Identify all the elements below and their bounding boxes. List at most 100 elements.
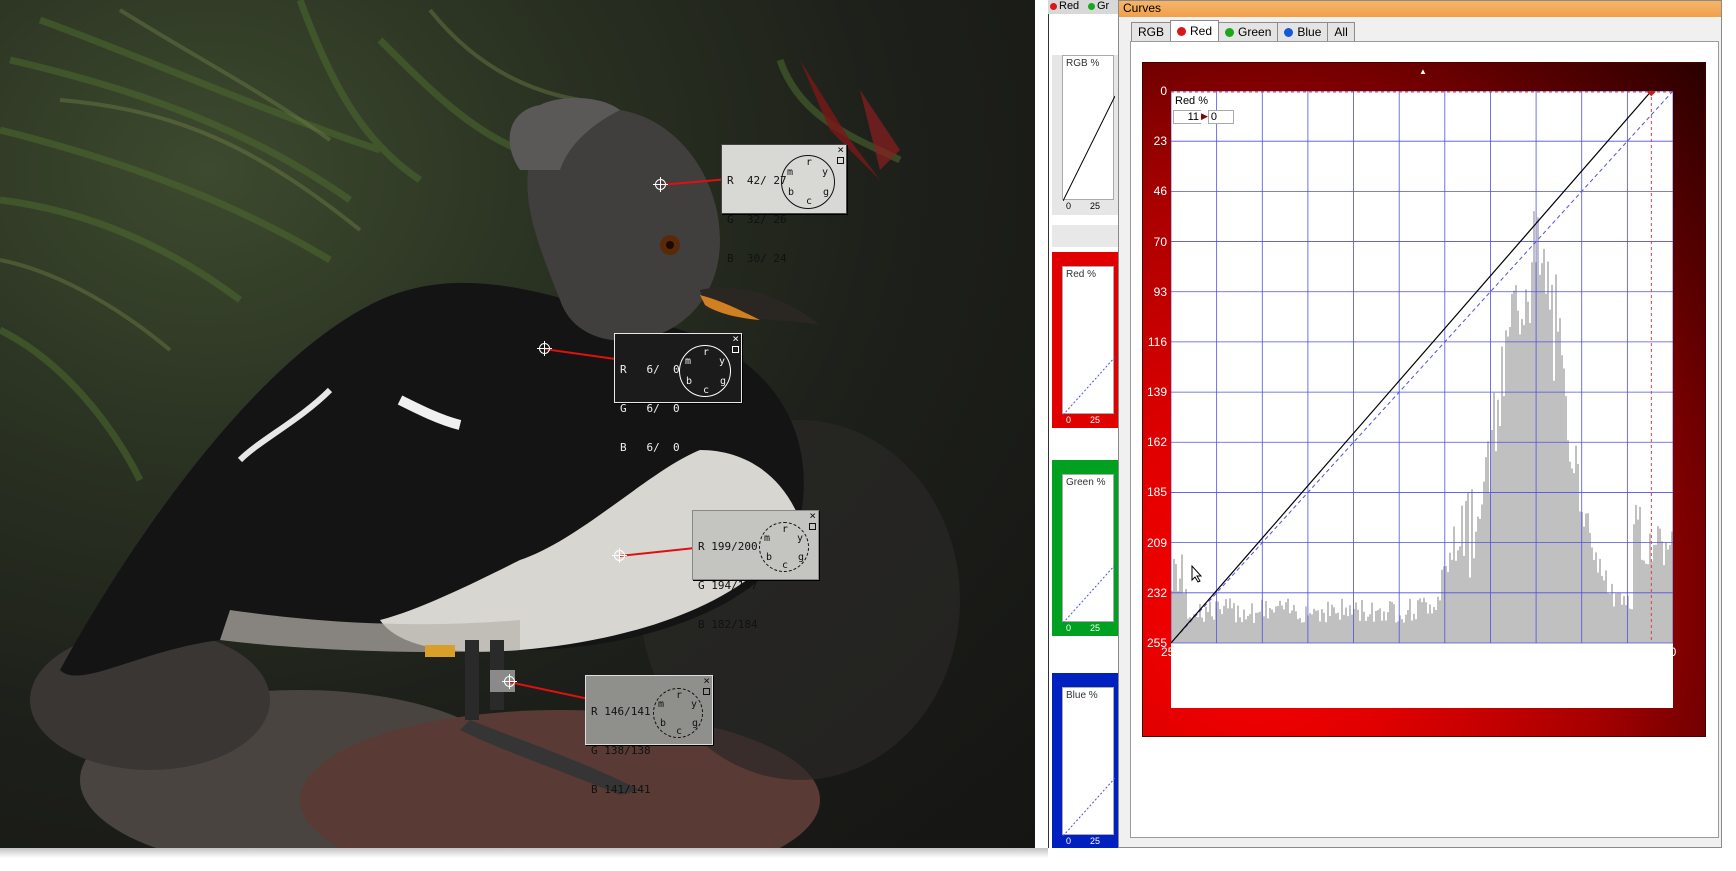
histogram-bar	[1565, 396, 1567, 643]
sample-point-target[interactable]	[537, 341, 552, 356]
histogram-bar	[1245, 619, 1247, 643]
histogram-bar	[1591, 547, 1593, 643]
sample-point-target[interactable]	[653, 177, 668, 192]
photo-canvas[interactable]	[0, 0, 1035, 848]
histogram-bar	[1531, 262, 1533, 643]
histogram-bar	[1205, 606, 1207, 643]
histogram-bar	[1481, 504, 1483, 643]
curve-plot-area[interactable]: Red % 11 ▶ 0	[1171, 91, 1673, 708]
histogram-bar	[1553, 380, 1555, 643]
color-wheel-icon: r y g c b m	[653, 688, 703, 738]
histogram-bar	[1301, 622, 1303, 643]
tab-red-mini[interactable]: Red	[1050, 0, 1079, 12]
tab-green[interactable]: Green	[1218, 22, 1279, 41]
histogram-bar	[1191, 619, 1193, 643]
tab-green-mini[interactable]: Gr	[1088, 0, 1109, 12]
histogram-bar	[1555, 274, 1557, 643]
y-tick-label: 93	[1153, 284, 1167, 299]
histogram-bar	[1375, 610, 1377, 643]
histogram-bar	[1331, 604, 1333, 643]
pin-icon[interactable]	[837, 157, 844, 164]
thumb-blue[interactable]: Blue % 0 25	[1052, 673, 1118, 848]
input-value-field[interactable]: 11	[1173, 109, 1201, 124]
histogram-bar	[1451, 559, 1453, 643]
histogram	[1171, 211, 1673, 643]
histogram-bar	[1225, 599, 1227, 643]
color-wheel-icon: r y g c b m	[781, 155, 835, 209]
histogram-bar	[1267, 618, 1269, 643]
histogram-bar	[1569, 461, 1571, 643]
output-value-field[interactable]: 0	[1207, 109, 1234, 124]
strip-tabs: Red Gr	[1048, 0, 1118, 14]
histogram-bar	[1667, 549, 1669, 643]
sample-point-target[interactable]	[612, 548, 627, 563]
histogram-bar	[1607, 593, 1609, 643]
histogram-bar	[1239, 617, 1241, 643]
histogram-bar	[1379, 608, 1381, 643]
color-wheel-icon: r y g c b m	[759, 522, 809, 572]
color-readout-back[interactable]: × R 6/ 0 G 6/ 0 B 6/ 0 r y g c b m	[614, 333, 742, 454]
histogram-bar	[1219, 609, 1221, 643]
histogram-bar	[1405, 614, 1407, 643]
y-tick-label: 162	[1146, 435, 1167, 450]
thumb-red[interactable]: Red % 0 25	[1052, 252, 1118, 428]
sample-point-target[interactable]	[502, 674, 517, 689]
color-readout-leg[interactable]: × R 146/141 G 138/138 B 141/141 r y g c …	[585, 675, 713, 796]
thumb-plot: Red %	[1062, 266, 1116, 416]
color-readout-head[interactable]: × R 42/ 27 G 32/ 26 B 30/ 24 r y g c b m	[721, 144, 847, 265]
tab-all[interactable]: All	[1327, 22, 1355, 41]
histogram-bar	[1493, 392, 1495, 643]
histogram-bar	[1329, 616, 1331, 643]
pin-icon[interactable]	[732, 346, 739, 353]
histogram-bar	[1653, 544, 1655, 643]
close-icon[interactable]: ×	[703, 675, 710, 686]
thumb-green[interactable]: Green % 0 25	[1052, 460, 1118, 636]
close-icon[interactable]: ×	[837, 144, 844, 155]
histogram-bar	[1393, 604, 1395, 643]
y-tick-label: 232	[1146, 585, 1167, 600]
thumb-rgb[interactable]: RGB % 0 25	[1052, 55, 1118, 215]
histogram-bar	[1431, 613, 1433, 643]
histogram-bar	[1467, 492, 1469, 643]
histogram-bar	[1235, 622, 1237, 643]
histogram-bar	[1255, 612, 1257, 643]
close-icon[interactable]: ×	[732, 333, 739, 344]
histogram-bar	[1465, 500, 1467, 643]
histogram-bar	[1509, 327, 1511, 643]
pin-icon[interactable]	[703, 688, 710, 695]
histogram-bar	[1621, 604, 1623, 643]
histogram-bar	[1601, 575, 1603, 643]
histogram-bar	[1487, 441, 1489, 643]
channel-label: Red %	[1175, 95, 1209, 107]
histogram-bar	[1275, 606, 1277, 643]
tab-blue[interactable]: Blue	[1277, 22, 1329, 41]
tab-red[interactable]: Red	[1170, 20, 1220, 41]
color-readout-breast[interactable]: × R 199/200 G 194/197 B 182/184 r y g c …	[692, 510, 819, 631]
curve-chart[interactable]	[1171, 91, 1673, 708]
histogram-bar	[1453, 526, 1455, 643]
histogram-bar	[1521, 319, 1523, 643]
histogram-bar	[1433, 607, 1435, 643]
duck-photo	[0, 0, 960, 848]
histogram-bar	[1655, 544, 1657, 643]
tab-rgb[interactable]: RGB	[1131, 22, 1172, 41]
window-title[interactable]: Curves	[1119, 1, 1721, 17]
histogram-bar	[1557, 331, 1559, 643]
histogram-bar	[1207, 612, 1209, 643]
histogram-bar	[1209, 602, 1211, 643]
histogram-bar	[1247, 616, 1249, 643]
histogram-bar	[1525, 289, 1527, 643]
histogram-bar	[1423, 597, 1425, 643]
resize-grip-icon[interactable]: ▲	[1419, 67, 1427, 76]
histogram-bar	[1269, 607, 1271, 643]
histogram-bar	[1599, 558, 1601, 643]
histogram-bar	[1411, 620, 1413, 643]
pin-icon[interactable]	[809, 523, 816, 530]
readout-values: R 6/ 0 G 6/ 0 B 6/ 0	[620, 363, 680, 454]
histogram-bar	[1643, 560, 1645, 643]
thumb-plot: RGB %	[1062, 55, 1116, 202]
histogram-bar	[1325, 622, 1327, 643]
histogram-bar	[1527, 301, 1529, 643]
close-icon[interactable]: ×	[809, 510, 816, 521]
color-wheel-icon: r y g c b m	[679, 345, 731, 397]
